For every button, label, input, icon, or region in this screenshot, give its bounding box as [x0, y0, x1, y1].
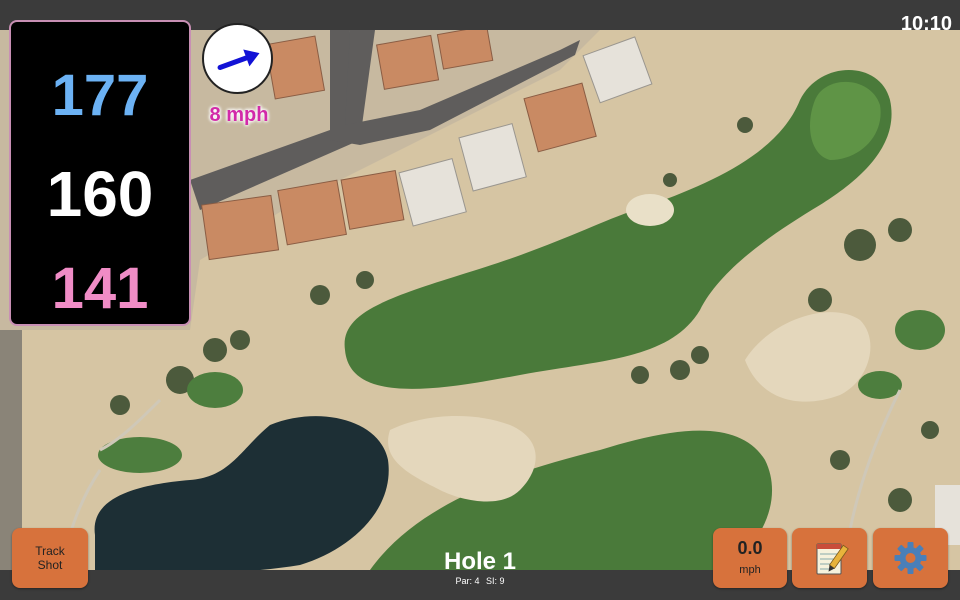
- hole-title: Hole 1: [443, 548, 517, 575]
- wind-speed-button[interactable]: 0.0 mph: [713, 528, 787, 588]
- track-shot-label-line1: Track: [35, 544, 65, 558]
- arrow-icon: [217, 49, 260, 71]
- wind-speed-unit: mph: [739, 564, 761, 576]
- wind-direction-dial: [202, 23, 273, 94]
- settings-button[interactable]: [873, 528, 948, 588]
- track-shot-label-line2: Shot: [37, 558, 63, 572]
- distance-front: 141: [51, 256, 149, 321]
- notepad-icon: [816, 543, 849, 575]
- track-shot-button[interactable]: Track Shot: [12, 528, 88, 588]
- distance-panel: 177 160 141: [11, 22, 189, 324]
- hole-par: Par: 4: [455, 576, 480, 586]
- gear-icon: [894, 542, 927, 574]
- hole-info: Par: 4 SI: 9: [380, 577, 580, 586]
- wind-speed-value: 0.0: [737, 538, 763, 558]
- distance-back: 177: [51, 63, 149, 128]
- hole-stroke-index: SI: 9: [486, 576, 505, 586]
- wind-speed-label: 8 mph: [209, 104, 269, 126]
- notes-button[interactable]: [792, 528, 867, 588]
- distance-middle: 160: [46, 158, 154, 230]
